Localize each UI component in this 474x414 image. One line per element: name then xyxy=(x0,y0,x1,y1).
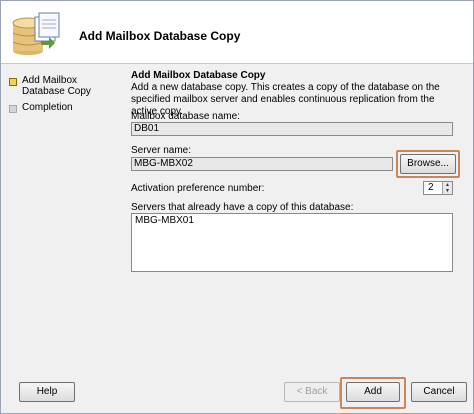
database-name-field: DB01 xyxy=(131,122,453,136)
section-title: Add Mailbox Database Copy xyxy=(131,70,266,81)
step-label: Completion xyxy=(22,102,73,113)
activation-preference-value: 2 xyxy=(428,182,434,193)
step-label: Add Mailbox Database Copy xyxy=(22,75,91,97)
server-name-label: Server name: xyxy=(131,145,192,156)
add-highlight xyxy=(340,377,406,409)
list-item[interactable]: MBG-MBX01 xyxy=(132,214,452,227)
activation-preference-label: Activation preference number: xyxy=(131,183,265,194)
browse-highlight xyxy=(396,150,460,178)
existing-copies-label: Servers that already have a copy of this… xyxy=(131,202,354,213)
pending-step-marker-icon xyxy=(9,105,17,113)
wizard-steps: Add Mailbox Database Copy Completion xyxy=(1,64,119,371)
activation-preference-spinner[interactable]: 2 ▲ ▼ xyxy=(423,181,453,195)
wizard-title: Add Mailbox Database Copy xyxy=(79,29,241,43)
wizard-footer: Help < Back Add Cancel xyxy=(1,371,473,413)
server-name-field[interactable]: MBG-MBX02 xyxy=(131,157,393,171)
wizard-header: Add Mailbox Database Copy xyxy=(1,1,473,64)
cancel-button[interactable]: Cancel xyxy=(411,382,467,402)
step-completion[interactable]: Completion xyxy=(9,102,102,113)
step-add-mailbox-database-copy[interactable]: Add Mailbox Database Copy xyxy=(9,75,102,97)
database-name-label: Mailbox database name: xyxy=(131,111,240,122)
wizard-content: Add Mailbox Database Copy Add a new data… xyxy=(121,64,473,371)
spin-down-icon[interactable]: ▼ xyxy=(442,188,452,194)
wizard-window: Add Mailbox Database Copy Add Mailbox Da… xyxy=(0,0,474,414)
help-button[interactable]: Help xyxy=(19,382,75,402)
existing-copies-list[interactable]: MBG-MBX01 xyxy=(131,213,453,272)
active-step-marker-icon xyxy=(9,78,17,86)
database-copy-icon xyxy=(12,12,60,55)
back-button[interactable]: < Back xyxy=(284,382,340,402)
